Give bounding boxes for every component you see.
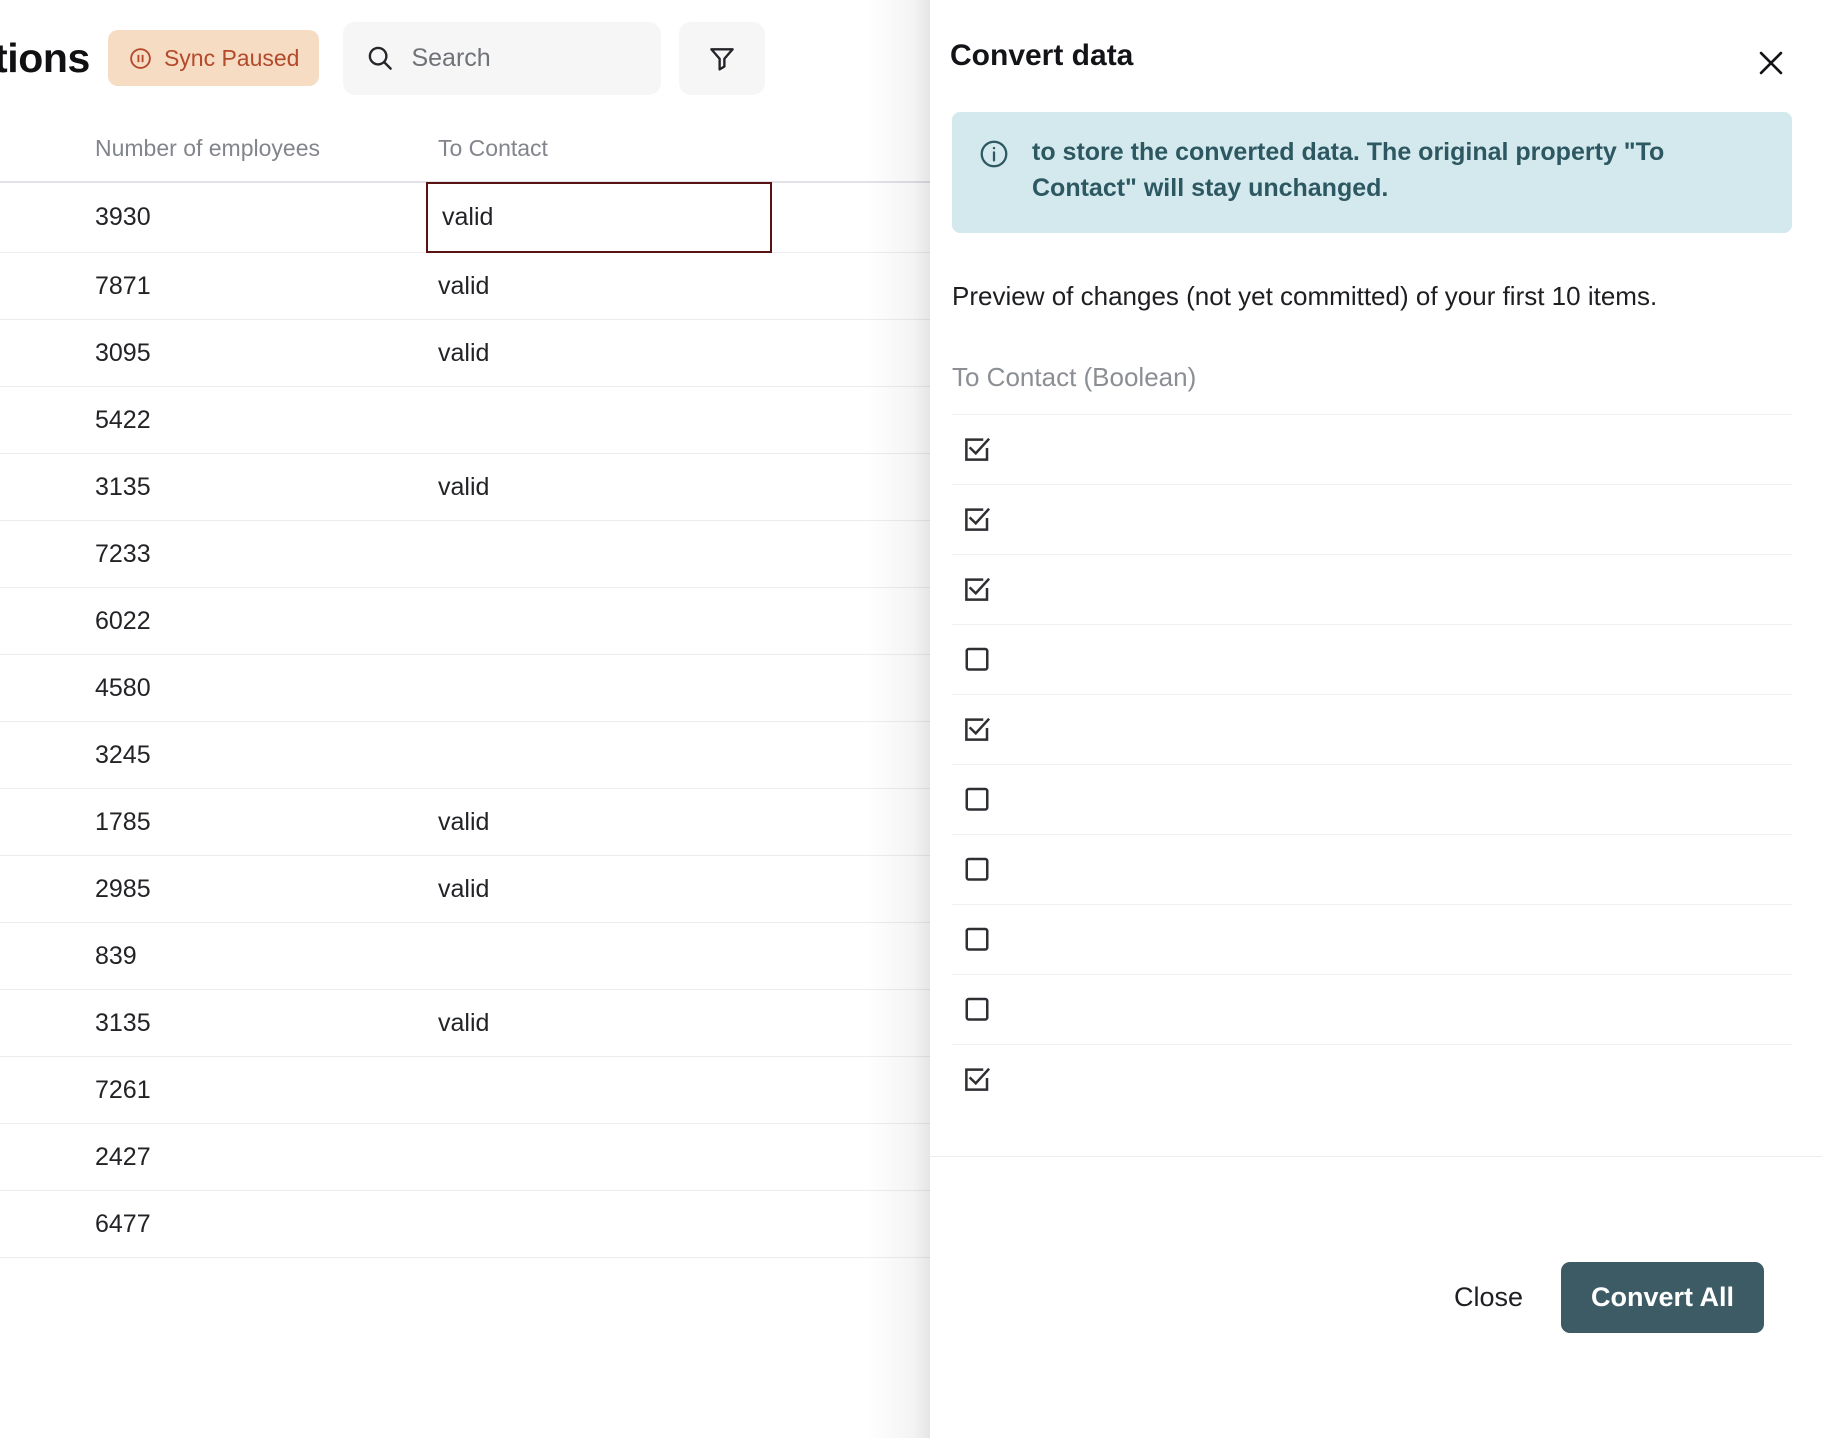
data-grid: Number of employees To Contact 3930 valid… [0,116,930,1258]
panel-header: Convert data [930,0,1822,112]
cell-employees[interactable]: 3135 [0,1009,438,1038]
info-banner-text: to store the converted data. The origina… [1032,138,1665,203]
preview-row [952,413,1792,484]
column-header-to-contact[interactable]: To Contact [438,135,930,162]
checkbox-checked-icon [965,577,991,601]
search-icon [369,46,393,70]
preview-row [952,623,1792,694]
info-circle-icon [980,140,1008,168]
table-row[interactable]: 4580 [0,655,930,722]
panel-title: Convert data [950,39,1134,72]
table-row[interactable]: 2985 valid [0,856,930,923]
table-row[interactable]: 6022 [0,588,930,655]
cell-employees[interactable]: 839 [0,942,438,971]
checkbox-unchecked-icon [965,997,989,1021]
checkbox-unchecked-icon [965,647,989,671]
cell-employees[interactable]: 7871 [0,272,438,301]
cell-employees[interactable]: 5422 [0,406,438,435]
cell-employees[interactable]: 6022 [0,607,438,636]
toolbar: tions Sync Paused [0,0,930,116]
preview-row [952,763,1792,834]
app-root: tions Sync Paused Search Number of emplo… [0,0,1822,1438]
close-icon [1759,51,1783,75]
table-row[interactable]: 3135 valid [0,454,930,521]
table-row[interactable]: 7261 [0,1057,930,1124]
search-input[interactable] [411,43,640,73]
cell-to-contact[interactable]: valid [438,1009,930,1038]
background-table-view: tions Sync Paused Search Number of emplo… [0,0,930,1438]
table-row[interactable]: 7871 valid [0,253,930,320]
status-badge-sync-paused[interactable]: Sync Paused [107,30,320,86]
panel-footer: Close Convert All [930,1156,1822,1438]
convert-all-button[interactable]: Convert All [1560,1262,1764,1333]
checkbox-checked-icon [965,717,991,741]
preview-row [952,973,1792,1044]
search-box[interactable] [343,21,662,95]
convert-data-panel: Convert data to store the converted data… [930,0,1822,1438]
table-row[interactable]: 3135 valid [0,990,930,1057]
close-panel-button[interactable] [1750,42,1792,84]
cell-employees[interactable]: 3245 [0,741,438,770]
cell-employees[interactable]: 3930 [0,203,438,232]
table-row[interactable]: 2427 [0,1124,930,1191]
info-banner: to store the converted data. The origina… [952,112,1792,233]
checkbox-unchecked-icon [965,927,989,951]
checkbox-checked-icon [965,437,991,461]
cell-employees[interactable]: 4580 [0,674,438,703]
table-row[interactable]: 1785 valid [0,789,930,856]
cell-employees[interactable]: 7261 [0,1076,438,1105]
cell-employees[interactable]: 7233 [0,540,438,569]
preview-row [952,693,1792,764]
table-row[interactable]: 3930 valid [0,182,930,253]
preview-row [952,483,1792,554]
table-row[interactable]: 5422 [0,387,930,454]
cell-to-contact[interactable]: valid [438,875,930,904]
cell-employees[interactable]: 2427 [0,1143,438,1172]
table-row[interactable]: 3095 valid [0,320,930,387]
table-row[interactable]: 7233 [0,521,930,588]
filter-button[interactable] [679,21,766,95]
table-header-row: Number of employees To Contact [0,116,930,183]
preview-row [952,1043,1792,1114]
table-row[interactable]: 839 [0,923,930,990]
table-body: 3930 valid 7871 valid 3095 valid 5422 3135 valid… [0,182,930,1258]
cell-employees[interactable]: 6477 [0,1210,438,1239]
table-row[interactable]: 6477 [0,1191,930,1258]
preview-checkbox-list [952,413,1792,1114]
cell-employees[interactable]: 1785 [0,808,438,837]
cell-employees[interactable]: 3095 [0,339,438,368]
selected-cell[interactable]: valid [426,182,772,253]
column-header-employees[interactable]: Number of employees [0,135,438,162]
checkbox-checked-icon [965,1067,991,1091]
filter-icon [710,48,735,71]
preview-row [952,553,1792,624]
table-row[interactable]: 3245 [0,722,930,789]
cell-to-contact[interactable]: valid [438,339,930,368]
preview-row [952,833,1792,904]
preview-note: Preview of changes (not yet committed) o… [952,280,1658,311]
close-button[interactable]: Close [1428,1266,1549,1329]
cell-to-contact[interactable]: valid [438,272,930,301]
cell-employees[interactable]: 2985 [0,875,438,904]
checkbox-unchecked-icon [965,787,989,811]
cell-to-contact[interactable]: valid [438,473,930,502]
cell-employees[interactable]: 3135 [0,473,438,502]
checkbox-unchecked-icon [965,857,989,881]
preview-property-label: To Contact (Boolean) [952,361,1197,392]
pause-circle-icon [130,47,151,69]
checkbox-checked-icon [965,507,991,531]
cell-to-contact[interactable]: valid [438,808,930,837]
sync-badge-label: Sync Paused [163,44,300,71]
panel-body: to store the converted data. The origina… [930,112,1822,1156]
page-title: tions [0,34,90,81]
preview-row [952,903,1792,974]
